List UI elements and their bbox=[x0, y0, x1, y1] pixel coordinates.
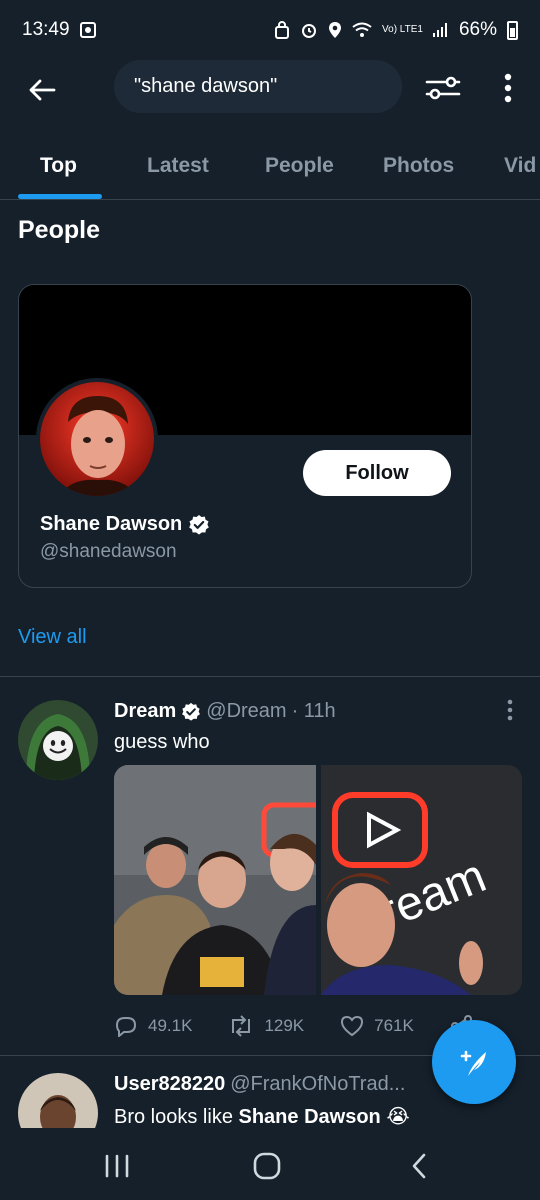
reply-count: 49.1K bbox=[148, 1016, 193, 1035]
reply-button[interactable]: 49.1K bbox=[114, 1015, 192, 1037]
tweet-actions: 49.1K 129K 761K bbox=[114, 1012, 474, 1040]
tweet-header: User828220 @FrankOfNoTrad... bbox=[114, 1073, 405, 1096]
signal-icon bbox=[432, 23, 449, 37]
status-bar: 13:49 Vo) LTE1 66% bbox=[0, 0, 540, 60]
back-arrow-icon bbox=[29, 79, 56, 101]
system-back-button[interactable] bbox=[394, 1146, 444, 1186]
retweet-button[interactable]: 129K bbox=[228, 1015, 304, 1037]
tab-videos[interactable]: Vid bbox=[504, 136, 536, 199]
active-tab-indicator bbox=[18, 194, 102, 199]
alarm-icon bbox=[300, 21, 318, 39]
tweet-author-name[interactable]: Dream bbox=[114, 700, 176, 723]
heart-icon bbox=[341, 1015, 364, 1037]
tweet-text: guess who bbox=[114, 731, 210, 753]
reply-icon bbox=[115, 1017, 137, 1037]
more-vertical-icon bbox=[504, 73, 512, 103]
tab-latest[interactable]: Latest bbox=[147, 136, 209, 199]
retweet-icon bbox=[232, 1015, 251, 1037]
lock-icon bbox=[274, 21, 290, 39]
location-icon bbox=[328, 21, 342, 39]
status-time: 13:49 bbox=[22, 19, 70, 40]
search-filter-button[interactable] bbox=[420, 68, 466, 108]
verified-badge-icon bbox=[189, 514, 210, 534]
tab-photos[interactable]: Photos bbox=[383, 136, 454, 199]
tweet-author-name[interactable]: User828220 bbox=[114, 1073, 225, 1096]
profile-avatar[interactable] bbox=[36, 378, 158, 500]
tweet-photo-1[interactable] bbox=[114, 765, 316, 995]
back-button[interactable] bbox=[22, 70, 62, 110]
like-button[interactable]: 761K bbox=[340, 1015, 414, 1037]
home-button[interactable] bbox=[242, 1146, 292, 1186]
tweet-media-grid: ream bbox=[114, 765, 522, 995]
notification-icon bbox=[79, 22, 96, 38]
home-icon bbox=[253, 1152, 281, 1180]
follow-button[interactable]: Follow bbox=[303, 450, 451, 496]
battery-icon bbox=[507, 20, 518, 40]
compose-feather-icon bbox=[460, 1050, 486, 1076]
tweet-text-highlight: Shane Dawson bbox=[238, 1106, 381, 1128]
tweet-avatar-dream[interactable] bbox=[18, 700, 98, 780]
search-query: "shane dawson" bbox=[134, 75, 278, 97]
tweet-header: Dream @Dream · 11h bbox=[114, 700, 336, 723]
compose-tweet-button[interactable] bbox=[432, 1020, 516, 1104]
more-options-button[interactable] bbox=[490, 68, 526, 108]
like-count: 761K bbox=[374, 1016, 414, 1035]
tweet-photo-2[interactable]: ream bbox=[320, 765, 522, 995]
profile-name-row: Shane Dawson bbox=[40, 513, 210, 536]
system-nav-bar bbox=[0, 1128, 540, 1200]
battery-percent: 66% bbox=[458, 19, 497, 40]
wifi-icon bbox=[352, 22, 372, 38]
retweet-count: 129K bbox=[264, 1016, 305, 1035]
recent-apps-button[interactable] bbox=[92, 1146, 142, 1186]
chevron-left-icon bbox=[412, 1153, 426, 1179]
filter-sliders-icon bbox=[425, 76, 461, 100]
tab-top[interactable]: Top bbox=[40, 136, 77, 199]
tweet-author-handle[interactable]: @FrankOfNoTrad... bbox=[230, 1073, 405, 1096]
tweet-author-handle[interactable]: @Dream bbox=[206, 700, 286, 723]
more-vertical-icon bbox=[507, 699, 513, 721]
network-label: Vo) LTE1 bbox=[382, 24, 423, 35]
crying-emoji: 😭 bbox=[386, 1106, 410, 1128]
verified-badge-icon bbox=[182, 702, 201, 721]
profile-handle: @shanedawson bbox=[40, 541, 177, 562]
tweet-text-prefix: Bro looks like bbox=[114, 1106, 239, 1128]
recent-apps-icon bbox=[105, 1154, 129, 1178]
tab-people[interactable]: People bbox=[265, 136, 334, 199]
search-input[interactable]: "shane dawson" bbox=[114, 60, 402, 113]
people-section-title: People bbox=[18, 216, 100, 244]
search-tabs: Top Latest People Photos Vid bbox=[0, 136, 540, 200]
section-divider bbox=[0, 676, 540, 677]
tweet-more-button[interactable] bbox=[498, 698, 522, 722]
tweet-time: · 11h bbox=[291, 700, 336, 722]
view-all-link[interactable]: View all bbox=[18, 626, 87, 649]
profile-card[interactable]: Follow Shane Dawson @shanedawson bbox=[18, 284, 472, 588]
search-header: "shane dawson" bbox=[0, 60, 540, 120]
tweet-text: Bro looks like Shane Dawson 😭 bbox=[114, 1104, 410, 1129]
profile-name: Shane Dawson bbox=[40, 513, 183, 535]
